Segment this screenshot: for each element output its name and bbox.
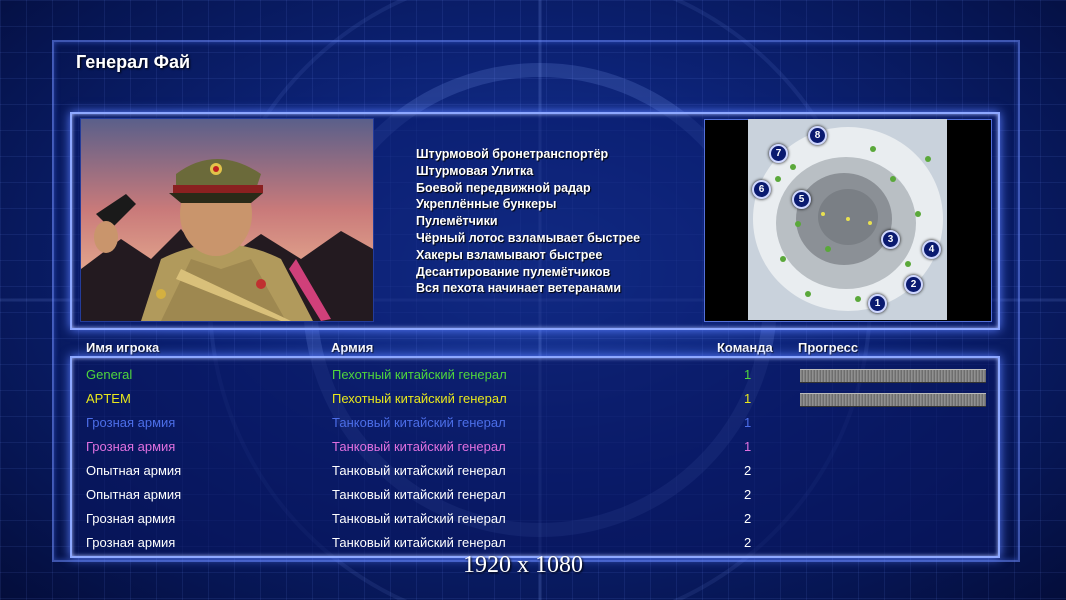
feature-item: Десантирование пулемётчиков xyxy=(416,264,611,279)
player-team: 1 xyxy=(744,439,752,454)
feature-item: Штурмовая Улитка xyxy=(416,163,534,178)
player-name: Грозная армия xyxy=(86,535,176,550)
player-army: Танковый китайский генерал xyxy=(332,487,506,502)
player-row: APTEM Пехотный китайский генерал 1 xyxy=(72,387,998,411)
player-row: Опытная армия Танковый китайский генерал… xyxy=(72,459,998,483)
player-team: 2 xyxy=(744,535,752,550)
player-name: Грозная армия xyxy=(86,511,176,526)
feature-item: Боевой передвижной радар xyxy=(416,180,591,195)
player-name: General xyxy=(86,367,133,382)
map-start-position: 7 xyxy=(769,144,788,163)
players-table: General Пехотный китайский генерал 1 APT… xyxy=(70,356,1000,558)
map-start-position: 3 xyxy=(881,230,900,249)
player-row: Грозная армия Танковый китайский генерал… xyxy=(72,411,998,435)
map-start-position: 2 xyxy=(904,275,923,294)
general-portrait xyxy=(80,118,374,322)
player-name: Грозная армия xyxy=(86,439,176,454)
feature-item: Хакеры взламывают быстрее xyxy=(416,247,603,262)
feature-item: Пулемётчики xyxy=(416,214,498,229)
player-army: Танковый китайский генерал xyxy=(332,535,506,550)
player-army: Пехотный китайский генерал xyxy=(332,391,507,406)
resolution-label: 1920 x 1080 xyxy=(463,552,583,578)
player-team: 1 xyxy=(744,367,752,382)
loading-progress-bar xyxy=(800,369,986,383)
player-name: Опытная армия xyxy=(86,487,182,502)
player-row: Опытная армия Танковый китайский генерал… xyxy=(72,483,998,507)
column-header-team: Команда xyxy=(717,340,773,355)
feature-item: Штурмовой бронетранспортёр xyxy=(416,147,609,161)
player-team: 1 xyxy=(744,415,752,430)
feature-item: Вся пехота начинает ветеранами xyxy=(416,281,622,296)
player-team: 2 xyxy=(744,511,752,526)
player-army: Танковый китайский генерал xyxy=(332,511,506,526)
player-team: 2 xyxy=(744,487,752,502)
map-start-position: 4 xyxy=(922,240,941,259)
player-name: APTEM xyxy=(86,391,131,406)
player-name: Опытная армия xyxy=(86,463,182,478)
player-army: Танковый китайский генерал xyxy=(332,439,506,454)
player-army: Пехотный китайский генерал xyxy=(332,367,507,382)
player-row: Грозная армия Танковый китайский генерал… xyxy=(72,507,998,531)
player-row: General Пехотный китайский генерал 1 xyxy=(72,363,998,387)
loading-progress-bar xyxy=(800,393,986,407)
player-team: 2 xyxy=(744,463,752,478)
column-header-army: Армия xyxy=(331,340,374,355)
map-start-position: 5 xyxy=(792,190,811,209)
column-header-progress: Прогресс xyxy=(798,340,859,355)
feature-item: Укреплённые бункеры xyxy=(416,197,557,212)
player-army: Танковый китайский генерал xyxy=(332,463,506,478)
column-header-player-name: Имя игрока xyxy=(86,340,160,355)
general-title: Генерал Фай xyxy=(76,52,191,72)
feature-item: Чёрный лотос взламывает быстрее xyxy=(416,230,641,245)
player-team: 1 xyxy=(744,391,752,406)
map-start-position: 6 xyxy=(752,180,771,199)
player-army: Танковый китайский генерал xyxy=(332,415,506,430)
general-features-list: Штурмовой бронетранспортёр Штурмовая Ули… xyxy=(416,146,640,297)
player-row: Грозная армия Танковый китайский генерал… xyxy=(72,435,998,459)
map-preview: 1 2 3 4 5 6 7 8 xyxy=(748,119,947,320)
player-name: Грозная армия xyxy=(86,415,176,430)
map-start-position: 1 xyxy=(868,294,887,313)
map-start-position: 8 xyxy=(808,126,827,145)
